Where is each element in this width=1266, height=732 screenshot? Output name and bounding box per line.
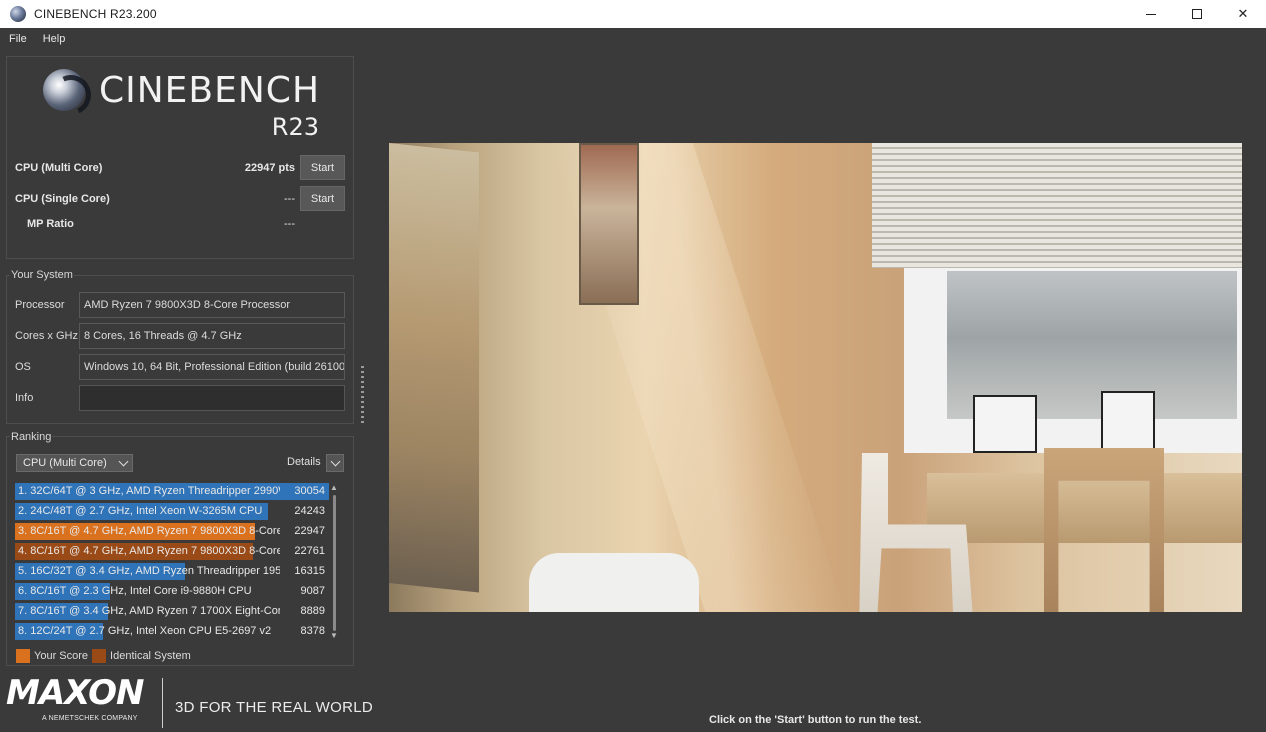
window-title: CINEBENCH R23.200 [34, 7, 157, 21]
ranking-row-score: 8378 [300, 625, 325, 637]
ranking-section-title: Ranking [10, 431, 53, 443]
ranking-test-selected: CPU (Multi Core) [23, 457, 107, 469]
identical-system-swatch [92, 649, 107, 663]
ranking-row[interactable]: 6. 8C/16T @ 2.3 GHz, Intel Core i9-9880H… [15, 582, 331, 601]
your-score-swatch [16, 649, 30, 663]
scroll-thumb[interactable] [333, 495, 336, 631]
maxon-logo: MAXON [6, 673, 145, 713]
render-scene-table [927, 473, 1242, 543]
processor-row: Processor AMD Ryzen 7 9800X3D 8-Core Pro… [15, 292, 345, 318]
ranking-row-label: 6. 8C/16T @ 2.3 GHz, Intel Core i9-9880H… [18, 585, 252, 597]
single-core-score: --- [284, 193, 295, 205]
ranking-row-score: 8889 [300, 605, 325, 617]
ranking-row-label: 3. 8C/16T @ 4.7 GHz, AMD Ryzen 7 9800X3D… [18, 525, 280, 537]
ranking-row-label: 7. 8C/16T @ 3.4 GHz, AMD Ryzen 7 1700X E… [18, 605, 280, 617]
ranking-row[interactable]: 7. 8C/16T @ 3.4 GHz, AMD Ryzen 7 1700X E… [15, 602, 331, 621]
title-bar: CINEBENCH R23.200 ✕ [0, 0, 1266, 28]
maximize-icon [1192, 9, 1202, 19]
ranking-row[interactable]: 2. 24C/48T @ 2.7 GHz, Intel Xeon W-3265M… [15, 502, 331, 521]
benchmark-panel: CINEBENCH R23 CPU (Multi Core) 22947 pts… [6, 56, 354, 259]
chevron-down-icon [330, 456, 341, 467]
single-core-start-button[interactable]: Start [300, 186, 345, 211]
mp-ratio-value: --- [284, 218, 295, 230]
minimize-icon [1146, 13, 1156, 15]
ranking-row[interactable]: 1. 32C/64T @ 3 GHz, AMD Ryzen Threadripp… [15, 482, 331, 501]
os-row: OS Windows 10, 64 Bit, Professional Edit… [15, 354, 345, 380]
ranking-list: 1. 32C/64T @ 3 GHz, AMD Ryzen Threadripp… [15, 482, 339, 646]
info-field[interactable] [79, 385, 345, 411]
ranking-scrollbar[interactable]: ▲ ▼ [329, 483, 339, 643]
ranking-row-score: 9087 [300, 585, 325, 597]
ranking-row-score: 30054 [294, 485, 325, 497]
cinebench-logo: CINEBENCH [43, 69, 320, 111]
cores-label: Cores x GHz [15, 330, 78, 342]
scroll-up-icon[interactable]: ▲ [330, 483, 338, 492]
chevron-down-icon [118, 456, 129, 467]
multi-core-row: CPU (Multi Core) 22947 pts Start [15, 155, 345, 181]
system-section-title: Your System [10, 269, 74, 281]
maxon-tagline: 3D FOR THE REAL WORLD [175, 699, 373, 716]
ranking-row-label: 4. 8C/16T @ 4.7 GHz, AMD Ryzen 7 9800X3D… [18, 545, 280, 557]
cinebench-sphere-icon [10, 6, 26, 22]
render-scene-picture [579, 143, 639, 305]
render-scene-sofa [529, 553, 699, 612]
close-button[interactable]: ✕ [1220, 0, 1266, 28]
details-dropdown-button[interactable] [326, 454, 344, 472]
multi-core-label: CPU (Multi Core) [15, 162, 103, 174]
ranking-test-select[interactable]: CPU (Multi Core) [16, 454, 133, 472]
render-preview [389, 143, 1242, 612]
processor-field[interactable]: AMD Ryzen 7 9800X3D 8-Core Processor [79, 292, 345, 318]
os-label: OS [15, 361, 31, 373]
ranking-legend: Your Score Identical System [16, 649, 191, 663]
ranking-row-label: 8. 12C/24T @ 2.7 GHz, Intel Xeon CPU E5-… [18, 625, 272, 637]
render-scene-photo-frame [1101, 391, 1155, 453]
multi-core-start-button[interactable]: Start [300, 155, 345, 180]
ranking-row-score: 24243 [294, 505, 325, 517]
single-core-label: CPU (Single Core) [15, 193, 110, 205]
ranking-row[interactable]: 4. 8C/16T @ 4.7 GHz, AMD Ryzen 7 9800X3D… [15, 542, 331, 561]
ranking-row-label: 5. 16C/32T @ 3.4 GHz, AMD Ryzen Threadri… [18, 565, 280, 577]
menu-bar: File Help [0, 28, 1266, 50]
render-scene-blinds [872, 143, 1242, 268]
ranking-row[interactable]: 8. 12C/24T @ 2.7 GHz, Intel Xeon CPU E5-… [15, 622, 331, 641]
ranking-row-score: 22947 [294, 525, 325, 537]
menu-help[interactable]: Help [43, 33, 66, 45]
details-label: Details [287, 456, 321, 468]
mp-ratio-label: MP Ratio [27, 218, 74, 230]
render-scene-left-window [389, 143, 479, 593]
single-core-row: CPU (Single Core) --- Start [15, 186, 345, 212]
mp-ratio-row: MP Ratio --- [27, 211, 345, 237]
logo-text: CINEBENCH [99, 69, 321, 111]
ranking-row-score: 22761 [294, 545, 325, 557]
ranking-row-label: 1. 32C/64T @ 3 GHz, AMD Ryzen Threadripp… [18, 485, 280, 497]
maximize-button[interactable] [1174, 0, 1220, 28]
footer-divider [162, 678, 163, 728]
ranking-row[interactable]: 5. 16C/32T @ 3.4 GHz, AMD Ryzen Threadri… [15, 562, 331, 581]
info-row: Info [15, 385, 345, 411]
system-panel: Processor AMD Ryzen 7 9800X3D 8-Core Pro… [6, 275, 354, 424]
processor-label: Processor [15, 299, 65, 311]
maxon-logo-subtitle: A NEMETSCHEK COMPANY [42, 715, 138, 722]
cinebench-logo-icon [43, 69, 85, 111]
your-score-legend: Your Score [34, 650, 89, 662]
minimize-button[interactable] [1128, 0, 1174, 28]
ranking-row-score: 16315 [294, 565, 325, 577]
cores-row: Cores x GHz 8 Cores, 16 Threads @ 4.7 GH… [15, 323, 345, 349]
ranking-row[interactable]: 3. 8C/16T @ 4.7 GHz, AMD Ryzen 7 9800X3D… [15, 522, 331, 541]
os-field[interactable]: Windows 10, 64 Bit, Professional Edition… [79, 354, 345, 380]
panel-splitter-handle[interactable] [361, 366, 364, 424]
close-icon: ✕ [1237, 6, 1249, 21]
identical-system-legend: Identical System [110, 650, 191, 662]
logo-version: R23 [271, 113, 319, 141]
scroll-down-icon[interactable]: ▼ [330, 631, 338, 640]
render-scene-photo-frame [973, 395, 1037, 453]
cores-field[interactable]: 8 Cores, 16 Threads @ 4.7 GHz [79, 323, 345, 349]
info-label: Info [15, 392, 34, 404]
ranking-row-label: 2. 24C/48T @ 2.7 GHz, Intel Xeon W-3265M… [18, 505, 263, 517]
ranking-panel: CPU (Multi Core) Details 1. 32C/64T @ 3 … [6, 436, 354, 666]
menu-file[interactable]: File [9, 33, 27, 45]
multi-core-score: 22947 pts [244, 162, 295, 174]
status-message: Click on the 'Start' button to run the t… [709, 714, 922, 726]
